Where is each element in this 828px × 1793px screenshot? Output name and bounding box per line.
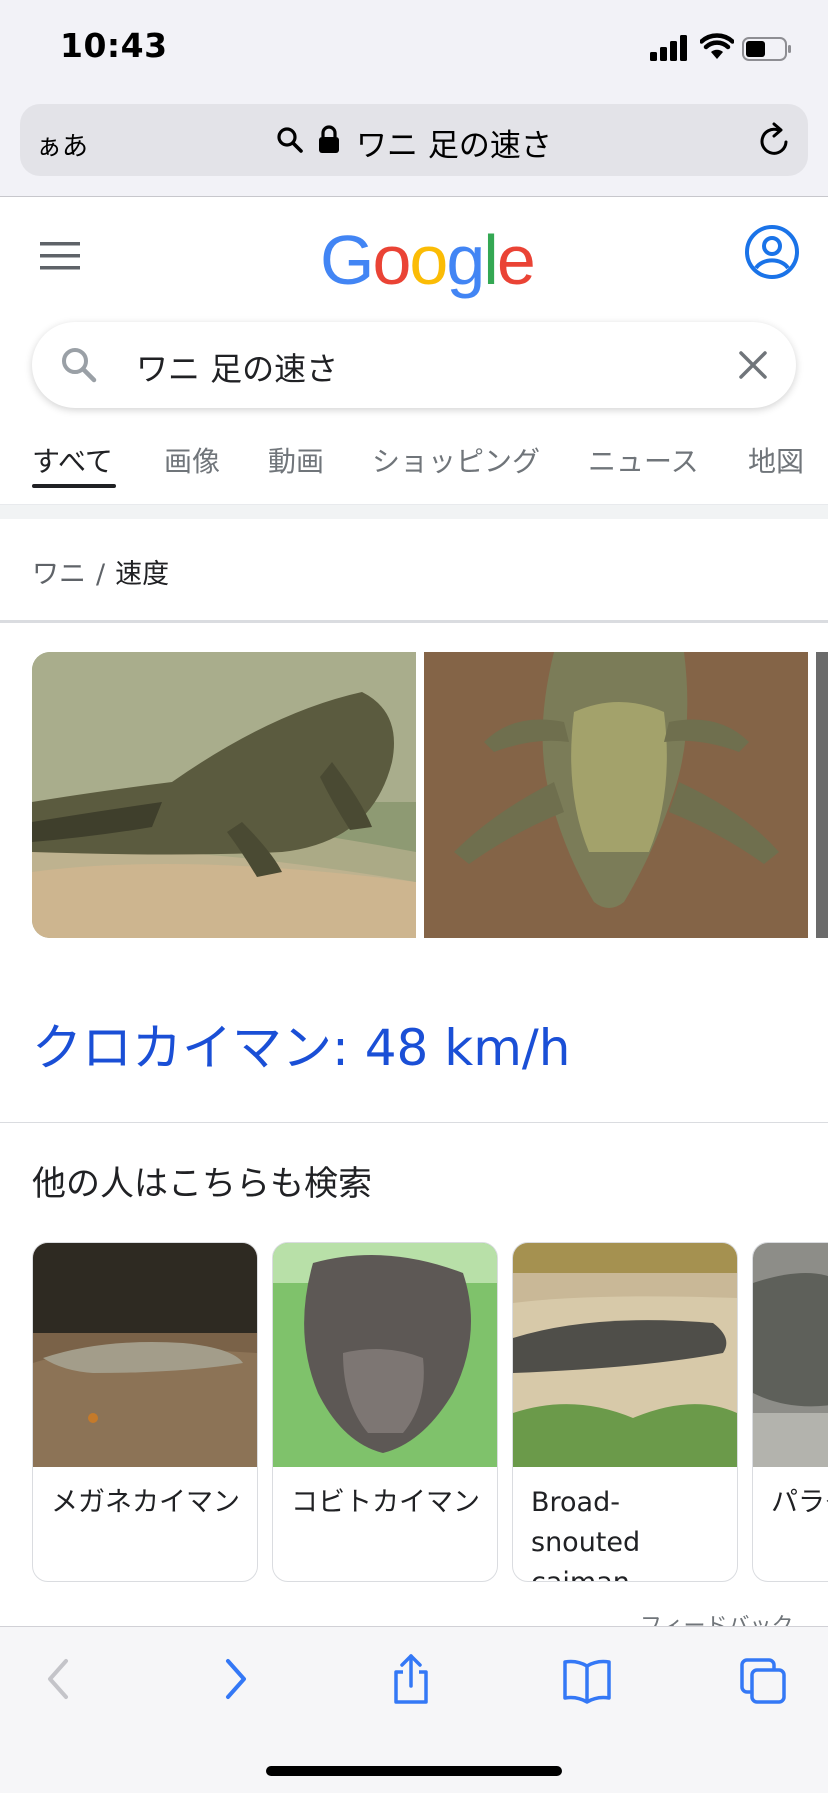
- google-logo[interactable]: Google: [320, 220, 536, 300]
- tabs-icon[interactable]: [738, 1652, 788, 1706]
- text-size-button[interactable]: ぁあ: [36, 126, 88, 163]
- tab-videos[interactable]: 動画: [268, 440, 324, 480]
- tab-shopping[interactable]: ショッピング: [372, 440, 540, 480]
- caiman-image: [513, 1243, 737, 1467]
- logo-letter: G: [320, 221, 374, 299]
- crocodile-image[interactable]: [816, 652, 828, 938]
- related-card[interactable]: メガネカイマン: [32, 1242, 258, 1582]
- breadcrumb-current: 速度: [115, 559, 170, 590]
- related-card[interactable]: パラグアイカイマン: [752, 1242, 828, 1582]
- related-card-label: パラグアイカイマン: [771, 1487, 828, 1518]
- divider: [0, 1122, 828, 1123]
- cellular-signal-icon: [650, 35, 687, 61]
- reload-icon[interactable]: [758, 122, 792, 158]
- related-card-label: コビトカイマン: [291, 1487, 480, 1518]
- active-tab-indicator: [32, 484, 116, 488]
- tab-maps[interactable]: 地図: [748, 440, 804, 480]
- caiman-image: [33, 1243, 257, 1467]
- tab-all[interactable]: すべて: [32, 440, 113, 480]
- chevron-right-icon[interactable]: [210, 1652, 260, 1706]
- search-input[interactable]: ワニ 足の速さ: [136, 344, 338, 390]
- logo-letter: o: [409, 221, 448, 299]
- search-icon[interactable]: [60, 346, 98, 384]
- wifi-icon: [700, 33, 734, 59]
- breadcrumb: ワニ / 速度: [32, 552, 169, 591]
- account-circle-icon[interactable]: [744, 224, 800, 280]
- caiman-image: [753, 1243, 828, 1467]
- breadcrumb-parent[interactable]: ワニ: [32, 559, 86, 590]
- related-card-label: Broad-snouted caiman: [531, 1487, 641, 1581]
- lock-icon: [319, 125, 339, 153]
- battery-icon: [742, 37, 791, 61]
- chevron-left-icon[interactable]: [34, 1652, 84, 1706]
- related-card[interactable]: コビトカイマン: [272, 1242, 498, 1582]
- tab-images[interactable]: 画像: [164, 440, 220, 480]
- logo-letter: e: [496, 221, 536, 299]
- related-card-label: メガネカイマン: [51, 1487, 240, 1518]
- close-icon[interactable]: [738, 350, 768, 380]
- book-icon[interactable]: [562, 1652, 612, 1706]
- logo-letter: l: [483, 221, 499, 299]
- hamburger-menu-icon[interactable]: [40, 242, 80, 270]
- share-icon[interactable]: [386, 1652, 436, 1706]
- tab-news[interactable]: ニュース: [588, 440, 699, 480]
- related-card[interactable]: Broad-snouted caiman: [512, 1242, 738, 1582]
- divider: [0, 620, 828, 623]
- home-indicator: [266, 1766, 562, 1776]
- url-text[interactable]: ワニ 足の速さ: [356, 120, 552, 165]
- crocodile-image[interactable]: [424, 652, 808, 938]
- breadcrumb-separator: /: [96, 559, 106, 590]
- caiman-image: [273, 1243, 497, 1467]
- answer-link[interactable]: クロカイマン: 48 km/h: [32, 1008, 570, 1080]
- people-also-search-title: 他の人はこちらも検索: [32, 1164, 372, 1204]
- divider: [0, 504, 828, 519]
- status-time: 10:43: [60, 26, 168, 65]
- crocodile-image[interactable]: [32, 652, 416, 938]
- logo-letter: o: [372, 221, 411, 299]
- search-icon: [277, 127, 303, 153]
- logo-letter: g: [446, 221, 485, 299]
